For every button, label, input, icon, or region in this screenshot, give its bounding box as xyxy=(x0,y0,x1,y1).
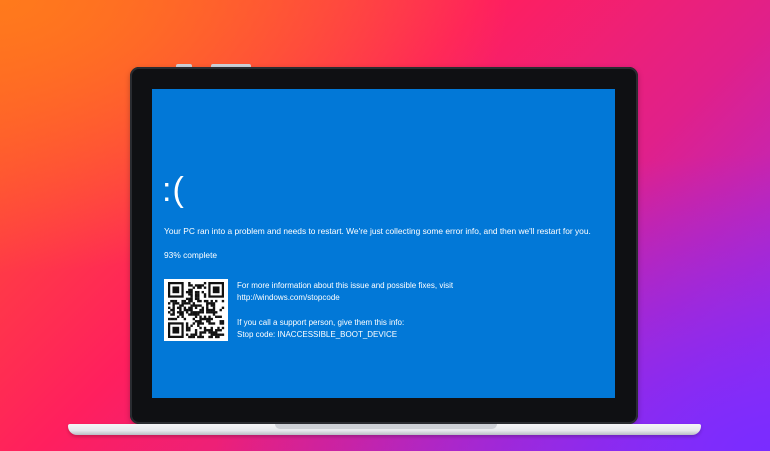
stop-code: Stop code: INACCESSIBLE_BOOT_DEVICE xyxy=(237,329,398,339)
support-line: If you call a support person, give them … xyxy=(237,317,405,327)
qr-code-graphic xyxy=(168,282,225,339)
sad-face-emoticon: :( xyxy=(162,171,185,209)
info-line: For more information about this issue an… xyxy=(237,281,454,290)
laptop-hinge-notch xyxy=(275,424,497,429)
qr-code-icon xyxy=(164,279,228,341)
bsod-screen: :( Your PC ran into a problem and needs … xyxy=(152,89,615,398)
error-message: Your PC ran into a problem and needs to … xyxy=(164,226,591,236)
info-block: For more information about this issue an… xyxy=(237,280,453,341)
progress-text: 93% complete xyxy=(164,250,218,260)
stopcode-link[interactable]: http://windows.com/stopcode xyxy=(237,292,453,304)
